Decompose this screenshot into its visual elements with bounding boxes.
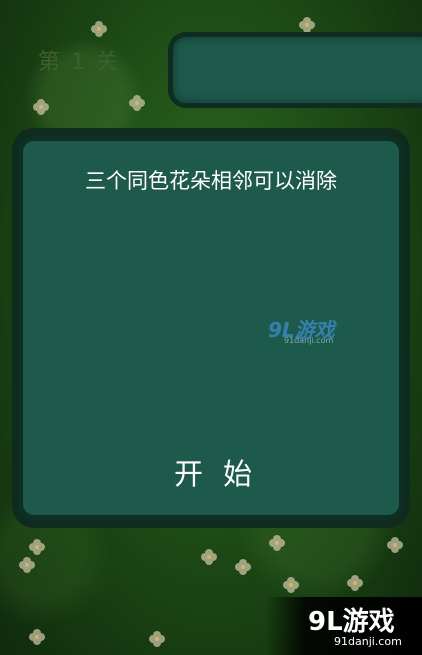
watermark-logo: 9L游戏 91danji.com	[268, 314, 368, 348]
watermark-site-text: 91danji.com	[284, 336, 334, 345]
flower-decoration-icon	[20, 558, 34, 572]
flower-decoration-icon	[270, 536, 284, 550]
start-button[interactable]: 开 始	[156, 450, 276, 498]
flower-decoration-icon	[30, 630, 44, 644]
flower-decoration-icon	[30, 540, 44, 554]
flower-decoration-icon	[388, 538, 402, 552]
flower-decoration-icon	[202, 550, 216, 564]
score-panel	[168, 32, 422, 108]
corner-watermark-logo: 9L游戏	[308, 607, 395, 637]
corner-watermark: 9L游戏 91danji.com	[266, 597, 422, 655]
flower-decoration-icon	[150, 632, 164, 646]
flower-decoration-icon	[236, 560, 250, 574]
flower-decoration-icon	[92, 22, 106, 36]
level-label: 第 1 关	[38, 50, 120, 75]
flower-decoration-icon	[34, 100, 48, 114]
flower-decoration-icon	[300, 18, 314, 32]
flower-decoration-icon	[130, 96, 144, 110]
instructions-text: 三个同色花朵相邻可以消除	[85, 169, 337, 193]
corner-watermark-site: 91danji.com	[334, 635, 402, 648]
flower-decoration-icon	[284, 578, 298, 592]
flower-decoration-icon	[348, 576, 362, 590]
